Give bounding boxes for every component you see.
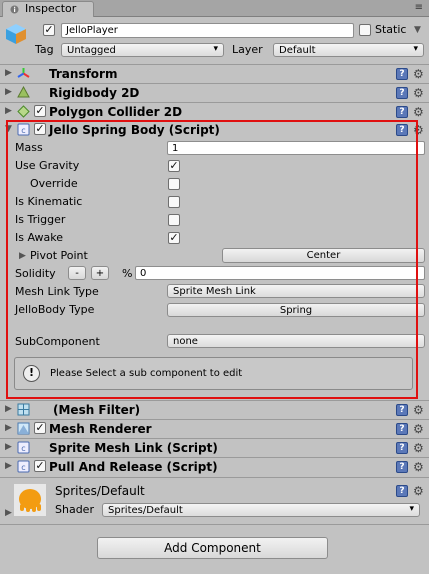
component-title: Pull And Release (Script) <box>49 460 218 474</box>
help-icon[interactable]: ? <box>396 461 408 473</box>
polygon-collider-icon <box>17 105 30 118</box>
fold-arrow-icon[interactable]: ▶ <box>5 461 12 471</box>
gear-icon[interactable]: ⚙ <box>413 68 424 80</box>
gear-icon[interactable]: ⚙ <box>413 404 424 416</box>
chevron-down-icon: ▾ <box>213 44 218 54</box>
help-icon[interactable]: ? <box>396 404 408 416</box>
fold-arrow-icon[interactable]: ▶ <box>5 423 12 433</box>
component-title: Rigidbody 2D <box>49 86 140 100</box>
component-title: (Mesh Filter) <box>53 403 141 417</box>
layer-value: Default <box>279 45 316 56</box>
active-checkbox[interactable]: ✓ <box>43 24 55 36</box>
material-name: Sprites/Default <box>55 484 145 498</box>
mesh-renderer-icon <box>17 422 30 435</box>
tab-menu-icon[interactable]: ≡ <box>415 2 425 13</box>
enabled-checkbox[interactable]: ✓ <box>34 105 46 117</box>
shader-dropdown[interactable]: Sprites/Default ▾ <box>102 503 420 517</box>
material-icon <box>14 484 46 516</box>
help-icon[interactable]: ? <box>396 485 408 497</box>
help-icon[interactable]: ? <box>396 423 408 435</box>
component-polygon-collider-2d[interactable]: ▶ ✓ Polygon Collider 2D ? ⚙ <box>0 102 429 120</box>
help-icon[interactable]: ? <box>396 87 408 99</box>
tag-dropdown[interactable]: Untagged ▾ <box>61 43 224 57</box>
gear-icon[interactable]: ⚙ <box>413 461 424 473</box>
static-checkbox[interactable] <box>359 24 371 36</box>
component-rigidbody-2d[interactable]: ▶ Rigidbody 2D ? ⚙ <box>0 83 429 101</box>
component-mesh-renderer[interactable]: ▶ ✓ Mesh Renderer ? ⚙ <box>0 419 429 437</box>
component-sprite-mesh-link[interactable]: ▶ c Sprite Mesh Link (Script) ? ⚙ <box>0 438 429 456</box>
name-field[interactable]: JelloPlayer <box>61 23 354 38</box>
component-title: Sprite Mesh Link (Script) <box>49 441 218 455</box>
divider <box>0 477 429 478</box>
rigidbody-icon <box>17 86 30 98</box>
static-label: Static <box>375 23 407 36</box>
fold-arrow-icon[interactable]: ▶ <box>5 106 12 116</box>
fold-arrow-icon[interactable]: ▶ <box>5 404 12 414</box>
script-icon: c <box>17 460 30 473</box>
enabled-checkbox[interactable]: ✓ <box>34 460 46 472</box>
divider <box>0 524 429 525</box>
add-component-button[interactable]: Add Component <box>97 537 328 559</box>
component-mesh-filter[interactable]: ▶ (Mesh Filter) ? ⚙ <box>0 400 429 418</box>
component-title: Mesh Renderer <box>49 422 152 436</box>
fold-arrow-icon[interactable]: ▶ <box>5 68 12 78</box>
svg-text:c: c <box>21 463 25 472</box>
layer-label: Layer <box>232 43 263 56</box>
gameobject-cube-icon <box>6 24 26 44</box>
material-fold-arrow-icon[interactable]: ▶ <box>5 508 12 518</box>
component-title: Transform <box>49 67 118 81</box>
highlight-box <box>6 120 418 399</box>
component-title: Polygon Collider 2D <box>49 105 183 119</box>
gear-icon[interactable]: ⚙ <box>413 423 424 435</box>
tab-inspector[interactable]: Inspector <box>2 1 94 17</box>
info-icon <box>10 5 19 14</box>
fold-arrow-icon[interactable]: ▶ <box>5 442 12 452</box>
shader-label: Shader <box>55 503 94 516</box>
mesh-filter-icon <box>17 403 30 416</box>
chevron-down-icon: ▾ <box>413 44 418 54</box>
gear-icon[interactable]: ⚙ <box>413 106 424 118</box>
gear-icon[interactable]: ⚙ <box>413 87 424 99</box>
chevron-down-icon: ▾ <box>409 504 414 514</box>
help-icon[interactable]: ? <box>396 442 408 454</box>
tag-label: Tag <box>35 43 54 56</box>
component-transform[interactable]: ▶ Transform ? ⚙ <box>0 64 429 82</box>
component-pull-and-release[interactable]: ▶ c ✓ Pull And Release (Script) ? ⚙ <box>0 457 429 475</box>
script-icon: c <box>17 441 30 454</box>
enabled-checkbox[interactable]: ✓ <box>34 422 46 434</box>
help-icon[interactable]: ? <box>396 106 408 118</box>
tag-value: Untagged <box>67 45 116 56</box>
tab-bar: Inspector ≡ <box>0 0 429 17</box>
fold-arrow-icon[interactable]: ▶ <box>5 87 12 97</box>
shader-value: Sprites/Default <box>108 505 183 516</box>
static-dropdown-icon[interactable]: ▼ <box>414 25 421 35</box>
layer-dropdown[interactable]: Default ▾ <box>273 43 424 57</box>
svg-text:c: c <box>21 444 25 453</box>
tab-label: Inspector <box>25 2 77 15</box>
gear-icon[interactable]: ⚙ <box>413 485 424 497</box>
gear-icon[interactable]: ⚙ <box>413 442 424 454</box>
transform-icon <box>17 68 30 78</box>
help-icon[interactable]: ? <box>396 68 408 80</box>
